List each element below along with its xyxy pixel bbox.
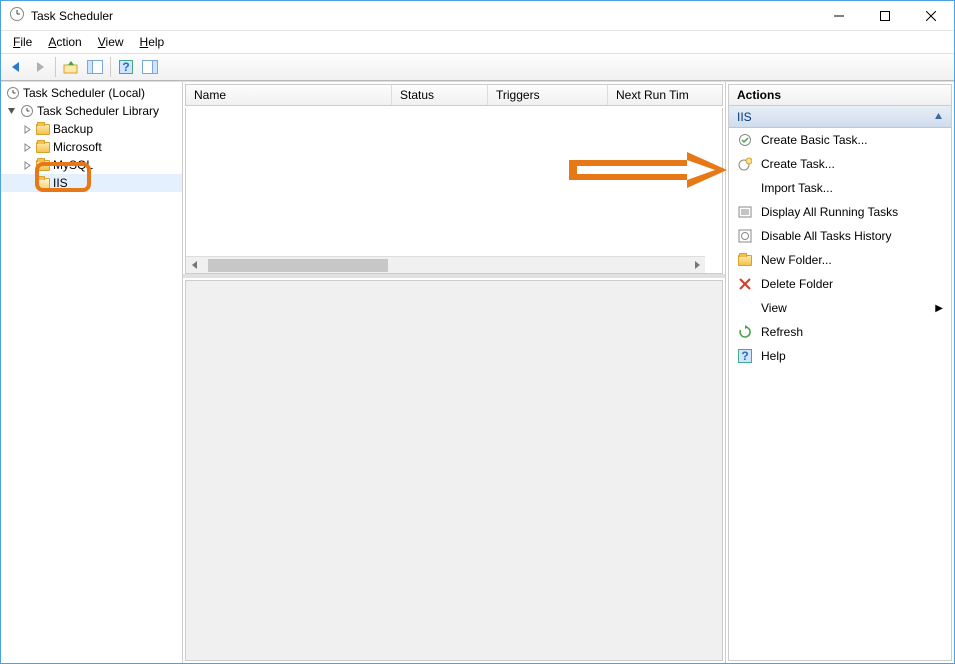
scroll-left-icon[interactable]	[186, 257, 203, 274]
action-label: Display All Running Tasks	[761, 205, 898, 219]
action-delete-folder[interactable]: Delete Folder	[729, 272, 951, 296]
action-new-folder[interactable]: New Folder...	[729, 248, 951, 272]
tree-item-label: Microsoft	[53, 140, 102, 154]
expander-down-icon[interactable]	[5, 105, 17, 117]
folder-open-icon	[35, 175, 51, 191]
tree-library-label: Task Scheduler Library	[37, 104, 159, 118]
horizontal-scrollbar[interactable]	[186, 256, 705, 273]
menu-bar: File Action View Help	[1, 31, 954, 53]
new-folder-icon	[737, 252, 753, 268]
folder-icon	[35, 157, 51, 173]
tree-panel[interactable]: Task Scheduler (Local) Task Scheduler Li…	[1, 82, 183, 663]
refresh-icon	[737, 324, 753, 340]
action-create-basic-task[interactable]: Create Basic Task...	[729, 128, 951, 152]
tree-root-label: Task Scheduler (Local)	[23, 86, 145, 100]
submenu-arrow-icon: ▶	[935, 303, 943, 314]
col-name[interactable]: Name	[186, 85, 392, 105]
library-icon	[19, 103, 35, 119]
tree-item-label: Backup	[53, 122, 93, 136]
tree-item-iis[interactable]: IIS	[1, 174, 182, 192]
window-title: Task Scheduler	[31, 9, 113, 23]
task-list-pane: Name Status Triggers Next Run Tim	[183, 82, 725, 278]
action-disable-history[interactable]: Disable All Tasks History	[729, 224, 951, 248]
help-button[interactable]: ?	[115, 56, 137, 78]
action-label: Create Task...	[761, 157, 835, 171]
tree-item-microsoft[interactable]: Microsoft	[1, 138, 182, 156]
actions-body: IIS Create Basic Task... Create Task... …	[728, 106, 952, 661]
list-header: Name Status Triggers Next Run Tim	[185, 84, 723, 106]
action-label: New Folder...	[761, 253, 832, 267]
menu-view[interactable]: View	[92, 33, 130, 51]
svg-text:?: ?	[741, 349, 748, 363]
col-triggers[interactable]: Triggers	[488, 85, 608, 105]
tree-item-mysql[interactable]: MySQL	[1, 156, 182, 174]
middle-panel: Name Status Triggers Next Run Tim	[183, 82, 726, 663]
action-display-running[interactable]: Display All Running Tasks	[729, 200, 951, 224]
svg-text:?: ?	[122, 60, 129, 74]
col-next-label: Next Run Tim	[616, 88, 689, 102]
action-view[interactable]: View ▶	[729, 296, 951, 320]
action-label: View	[761, 301, 787, 315]
scrollbar-thumb[interactable]	[208, 259, 388, 272]
list-body[interactable]	[185, 108, 723, 274]
actions-group-label: IIS	[737, 110, 752, 124]
col-status-label: Status	[400, 88, 434, 102]
clock-icon	[5, 85, 21, 101]
folder-icon	[35, 121, 51, 137]
blank-icon	[737, 300, 753, 316]
folder-icon	[35, 139, 51, 155]
delete-icon	[737, 276, 753, 292]
title-bar: Task Scheduler	[1, 1, 954, 31]
tree-item-label: IIS	[53, 176, 68, 190]
clock-new-icon	[737, 156, 753, 172]
forward-button[interactable]	[29, 56, 51, 78]
tree-root[interactable]: Task Scheduler (Local)	[1, 84, 182, 102]
close-button[interactable]	[908, 1, 954, 31]
action-label: Delete Folder	[761, 277, 833, 291]
minimize-button[interactable]	[816, 1, 862, 31]
col-next[interactable]: Next Run Tim	[608, 85, 722, 105]
task-scheduler-window: Task Scheduler File Action View Help ? T…	[0, 0, 955, 664]
col-status[interactable]: Status	[392, 85, 488, 105]
maximize-button[interactable]	[862, 1, 908, 31]
action-create-task[interactable]: Create Task...	[729, 152, 951, 176]
app-icon	[9, 6, 25, 25]
expander-right-icon[interactable]	[21, 123, 33, 135]
history-icon	[737, 228, 753, 244]
tree-item-label: MySQL	[53, 158, 93, 172]
clock-check-icon	[737, 132, 753, 148]
actions-title: Actions	[728, 84, 952, 106]
action-label: Refresh	[761, 325, 803, 339]
action-refresh[interactable]: Refresh	[729, 320, 951, 344]
action-label: Create Basic Task...	[761, 133, 868, 147]
menu-file[interactable]: File	[7, 33, 38, 51]
action-label: Help	[761, 349, 786, 363]
expander-right-icon[interactable]	[21, 159, 33, 171]
menu-action[interactable]: Action	[42, 33, 87, 51]
body: Task Scheduler (Local) Task Scheduler Li…	[1, 81, 954, 663]
show-hide-tree-button[interactable]	[84, 56, 106, 78]
back-button[interactable]	[5, 56, 27, 78]
tree-item-backup[interactable]: Backup	[1, 120, 182, 138]
show-hide-action-button[interactable]	[139, 56, 161, 78]
action-help[interactable]: ? Help	[729, 344, 951, 368]
menu-help[interactable]: Help	[134, 33, 171, 51]
collapse-icon	[934, 110, 943, 124]
running-tasks-icon	[737, 204, 753, 220]
actions-panel: Actions IIS Create Basic Task... Create …	[726, 82, 954, 663]
col-name-label: Name	[194, 88, 226, 102]
action-label: Disable All Tasks History	[761, 229, 892, 243]
actions-group-header[interactable]: IIS	[729, 106, 951, 128]
action-import-task[interactable]: Import Task...	[729, 176, 951, 200]
up-button[interactable]	[60, 56, 82, 78]
scroll-right-icon[interactable]	[688, 257, 705, 274]
detail-pane	[185, 280, 723, 661]
toolbar: ?	[1, 53, 954, 81]
action-label: Import Task...	[761, 181, 833, 195]
tree-library[interactable]: Task Scheduler Library	[1, 102, 182, 120]
help-icon: ?	[737, 348, 753, 364]
col-triggers-label: Triggers	[496, 88, 540, 102]
blank-icon	[737, 180, 753, 196]
expander-right-icon[interactable]	[21, 141, 33, 153]
